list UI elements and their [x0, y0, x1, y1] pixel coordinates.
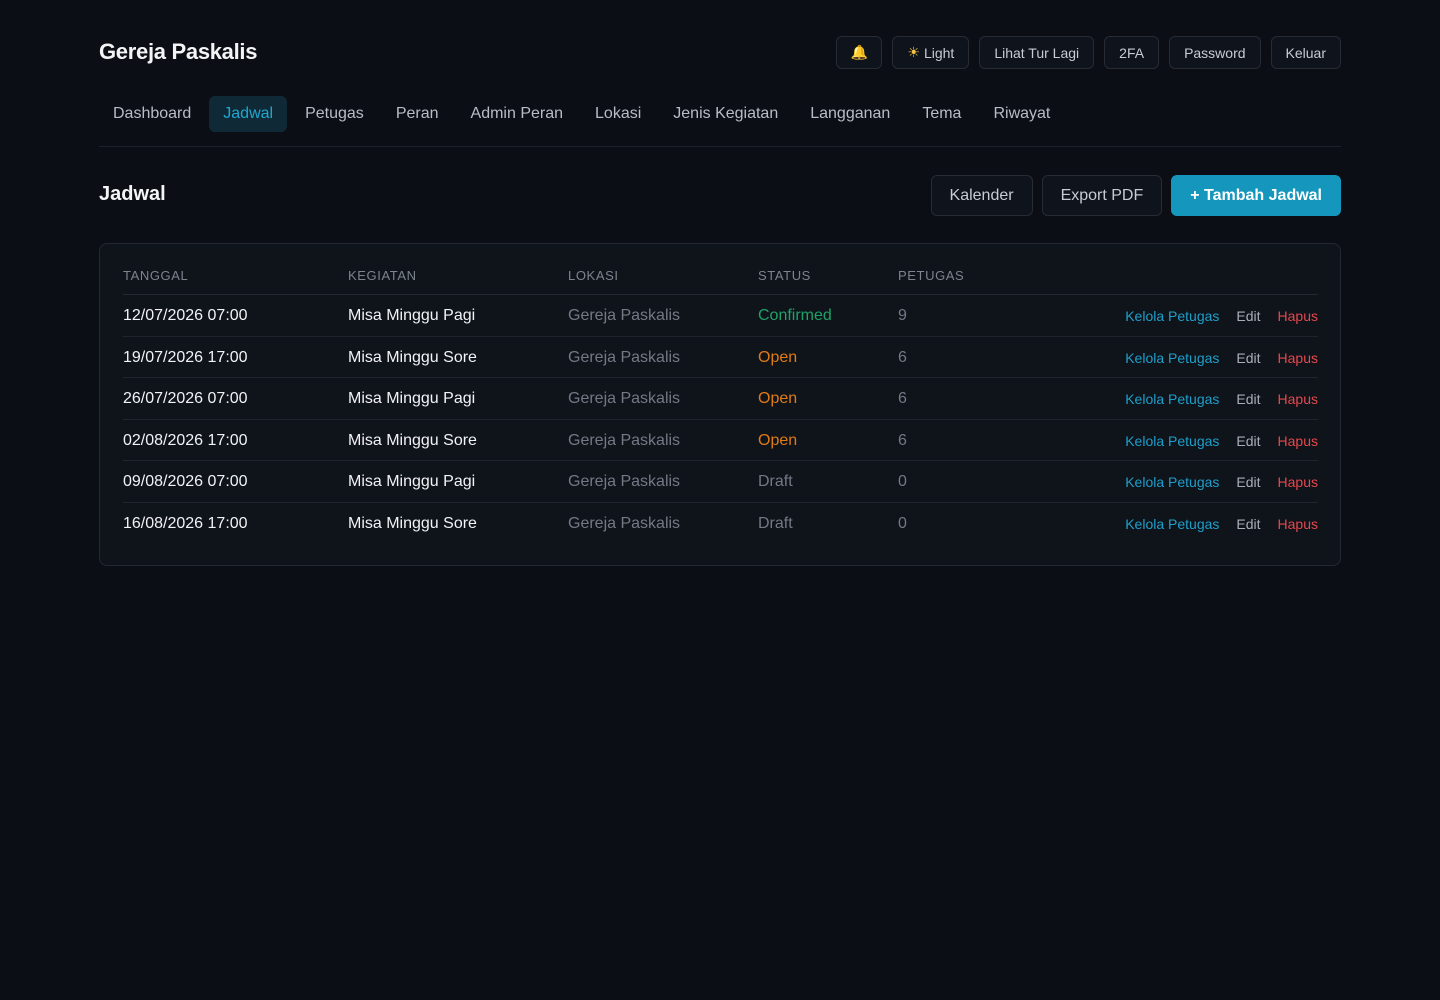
header-actions: 🔔 ☀ Light Lihat Tur Lagi 2FA Password Ke…: [836, 36, 1341, 69]
row-actions: Kelola Petugas Edit Hapus: [1125, 391, 1318, 407]
sun-icon: ☀: [907, 44, 920, 60]
row-actions: Kelola Petugas Edit Hapus: [1125, 308, 1318, 324]
status-badge: Draft: [758, 473, 793, 490]
table-row: 12/07/2026 07:00 Misa Minggu Pagi Gereja P…: [123, 295, 1318, 337]
cell-tanggal: 12/07/2026 07:00: [123, 307, 248, 324]
status-badge: Open: [758, 390, 798, 407]
cell-lokasi: Gereja Paskalis: [568, 348, 681, 366]
delete-link[interactable]: Hapus: [1278, 391, 1318, 407]
manage-staff-link[interactable]: Kelola Petugas: [1125, 516, 1219, 532]
table-row: 16/08/2026 17:00 Misa Minggu Sore Gereja P…: [123, 503, 1318, 545]
nav-divider: [99, 146, 1341, 147]
cell-tanggal: 26/07/2026 07:00: [123, 390, 248, 407]
cell-lokasi: Gereja Paskalis: [568, 307, 681, 324]
calendar-button[interactable]: Kalender: [930, 175, 1033, 216]
row-actions: Kelola Petugas Edit Hapus: [1125, 350, 1318, 366]
header-status: STATUS: [758, 268, 811, 283]
main-nav: Dashboard Jadwal Petugas Peran Admin Per…: [99, 96, 1068, 132]
table-row: 26/07/2026 07:00 Misa Minggu Pagi Gereja P…: [123, 378, 1318, 420]
delete-link[interactable]: Hapus: [1278, 433, 1318, 449]
password-button[interactable]: Password: [1169, 36, 1261, 69]
cell-lokasi: Gereja Paskalis: [568, 514, 681, 532]
bell-icon: 🔔: [850, 44, 869, 60]
cell-kegiatan: Misa Minggu Sore: [348, 348, 477, 366]
cell-kegiatan: Misa Minggu Pagi: [348, 473, 476, 490]
cell-lokasi: Gereja Paskalis: [568, 473, 681, 490]
status-badge: Open: [758, 431, 798, 449]
tour-button[interactable]: Lihat Tur Lagi: [979, 36, 1095, 69]
status-badge: Open: [758, 348, 798, 366]
table-row: 19/07/2026 17:00 Misa Minggu Sore Gereja P…: [123, 337, 1318, 378]
schedule-table-card: TANGGAL KEGIATAN LOKASI STATUS PETUGAS 1…: [99, 243, 1341, 566]
nav-item-tema[interactable]: Tema: [908, 96, 975, 132]
nav-item-riwayat[interactable]: Riwayat: [979, 96, 1064, 132]
delete-link[interactable]: Hapus: [1278, 308, 1318, 324]
nav-item-dashboard[interactable]: Dashboard: [99, 96, 205, 132]
nav-item-lokasi[interactable]: Lokasi: [581, 96, 655, 132]
table-body: 12/07/2026 07:00 Misa Minggu Pagi Gereja P…: [123, 295, 1318, 544]
add-schedule-button[interactable]: + Tambah Jadwal: [1171, 175, 1341, 216]
header: Gereja Paskalis 🔔 ☀ Light Lihat Tur Lagi…: [99, 36, 1341, 70]
schedule-table: TANGGAL KEGIATAN LOKASI STATUS PETUGAS 1…: [123, 264, 1318, 544]
edit-link[interactable]: Edit: [1236, 516, 1260, 532]
table-header: TANGGAL KEGIATAN LOKASI STATUS PETUGAS: [123, 264, 1318, 295]
delete-link[interactable]: Hapus: [1278, 350, 1318, 366]
cell-petugas-count: 9: [898, 307, 907, 324]
cell-lokasi: Gereja Paskalis: [568, 431, 681, 449]
row-actions: Kelola Petugas Edit Hapus: [1125, 474, 1318, 490]
cell-petugas-count: 0: [898, 473, 907, 490]
nav-item-petugas[interactable]: Petugas: [291, 96, 378, 132]
twofa-button[interactable]: 2FA: [1104, 36, 1160, 69]
header-kegiatan: KEGIATAN: [348, 268, 417, 283]
export-pdf-button[interactable]: Export PDF: [1041, 175, 1163, 216]
manage-staff-link[interactable]: Kelola Petugas: [1125, 474, 1219, 490]
cell-kegiatan: Misa Minggu Sore: [348, 431, 477, 449]
cell-tanggal: 19/07/2026 17:00: [123, 348, 248, 366]
edit-link[interactable]: Edit: [1236, 391, 1260, 407]
table-row: 09/08/2026 07:00 Misa Minggu Pagi Gereja P…: [123, 461, 1318, 503]
cell-tanggal: 09/08/2026 07:00: [123, 473, 248, 490]
cell-kegiatan: Misa Minggu Pagi: [348, 307, 476, 324]
logout-button[interactable]: Keluar: [1270, 36, 1341, 69]
page-actions: Kalender Export PDF + Tambah Jadwal: [930, 175, 1341, 216]
cell-kegiatan: Misa Minggu Pagi: [348, 390, 476, 407]
cell-petugas-count: 6: [898, 431, 907, 449]
cell-tanggal: 16/08/2026 17:00: [123, 514, 248, 532]
theme-label: Light: [923, 44, 955, 61]
delete-link[interactable]: Hapus: [1278, 474, 1318, 490]
status-badge: Draft: [758, 514, 793, 532]
header-petugas: PETUGAS: [898, 268, 965, 283]
nav-item-admin-peran[interactable]: Admin Peran: [457, 96, 578, 132]
header-tanggal: TANGGAL: [123, 268, 189, 283]
cell-kegiatan: Misa Minggu Sore: [348, 514, 477, 532]
edit-link[interactable]: Edit: [1236, 474, 1260, 490]
manage-staff-link[interactable]: Kelola Petugas: [1125, 350, 1219, 366]
cell-petugas-count: 6: [898, 348, 907, 366]
header-lokasi: LOKASI: [568, 268, 619, 283]
edit-link[interactable]: Edit: [1236, 433, 1260, 449]
row-actions: Kelola Petugas Edit Hapus: [1125, 433, 1318, 449]
theme-toggle-button[interactable]: ☀ Light: [892, 36, 970, 69]
cell-petugas-count: 0: [898, 514, 907, 532]
nav-item-langganan[interactable]: Langganan: [796, 96, 904, 132]
cell-petugas-count: 6: [898, 390, 907, 407]
cell-tanggal: 02/08/2026 17:00: [123, 431, 248, 449]
row-actions: Kelola Petugas Edit Hapus: [1125, 516, 1318, 532]
nav-item-jenis-kegiatan[interactable]: Jenis Kegiatan: [659, 96, 792, 132]
nav-item-jadwal[interactable]: Jadwal: [209, 96, 288, 132]
delete-link[interactable]: Hapus: [1278, 516, 1318, 532]
notifications-button[interactable]: 🔔: [836, 36, 883, 69]
manage-staff-link[interactable]: Kelola Petugas: [1125, 391, 1219, 407]
status-badge: Confirmed: [758, 307, 832, 324]
nav-item-peran[interactable]: Peran: [382, 96, 453, 132]
table-row: 02/08/2026 17:00 Misa Minggu Sore Gereja P…: [123, 420, 1318, 461]
edit-link[interactable]: Edit: [1236, 308, 1260, 324]
manage-staff-link[interactable]: Kelola Petugas: [1125, 433, 1219, 449]
page-title: Jadwal: [99, 183, 166, 205]
app-title: Gereja Paskalis: [99, 39, 258, 64]
edit-link[interactable]: Edit: [1236, 350, 1260, 366]
manage-staff-link[interactable]: Kelola Petugas: [1125, 308, 1219, 324]
cell-lokasi: Gereja Paskalis: [568, 390, 681, 407]
